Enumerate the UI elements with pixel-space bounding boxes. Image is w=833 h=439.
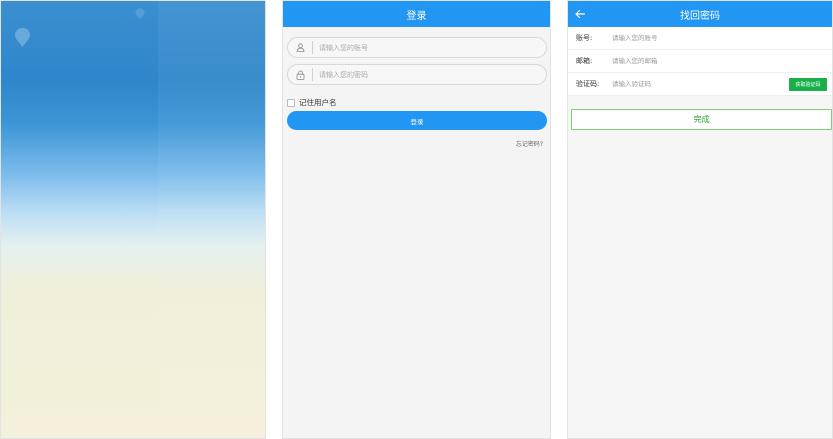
code-input[interactable]	[612, 80, 762, 88]
remember-checkbox[interactable]	[287, 98, 295, 107]
field-divider	[312, 41, 313, 54]
splash-overlay-panel	[158, 1, 265, 438]
lock-icon	[288, 65, 312, 84]
login-screen: 登录 记住用户	[282, 0, 551, 439]
code-label: 验证码:	[576, 80, 600, 88]
balloon-icon	[135, 8, 145, 20]
account-label: 账号:	[576, 34, 593, 42]
get-code-button[interactable]: 获取验证码	[789, 77, 827, 91]
email-row: 邮箱:	[568, 50, 832, 73]
username-input[interactable]	[319, 43, 519, 52]
code-row: 验证码: 获取验证码	[568, 73, 832, 96]
password-input[interactable]	[319, 70, 519, 79]
account-input[interactable]	[612, 34, 762, 42]
recover-form: 账号: 邮箱: 验证码: 获取验证码	[568, 27, 832, 96]
recover-title: 找回密码	[680, 10, 720, 22]
recover-screen: 找回密码 账号: 邮箱: 验证码: 获取验证码 完成	[567, 0, 833, 439]
remember-label: 记住用户名	[299, 98, 337, 107]
login-title: 登录	[406, 10, 427, 22]
recover-header: 找回密码	[568, 1, 832, 27]
done-label: 完成	[693, 115, 710, 124]
field-divider	[312, 68, 313, 81]
user-icon	[288, 38, 312, 57]
login-header: 登录	[283, 1, 550, 27]
login-button-label: 登录	[410, 117, 424, 126]
password-field[interactable]	[287, 64, 547, 85]
balloon-icon	[15, 28, 30, 47]
app-stage: 登录 记住用户	[0, 0, 833, 439]
get-code-label: 获取验证码	[795, 81, 821, 88]
account-row: 账号:	[568, 27, 832, 50]
splash-screen	[0, 0, 266, 439]
username-field[interactable]	[287, 37, 547, 58]
forgot-password-link[interactable]: 忘记密码?	[516, 139, 543, 148]
email-label: 邮箱:	[576, 57, 593, 65]
arrow-left-icon[interactable]	[574, 8, 586, 20]
done-button[interactable]: 完成	[571, 109, 832, 130]
login-button[interactable]: 登录	[287, 111, 547, 130]
remember-username[interactable]: 记住用户名	[287, 97, 337, 108]
email-input[interactable]	[612, 57, 762, 65]
